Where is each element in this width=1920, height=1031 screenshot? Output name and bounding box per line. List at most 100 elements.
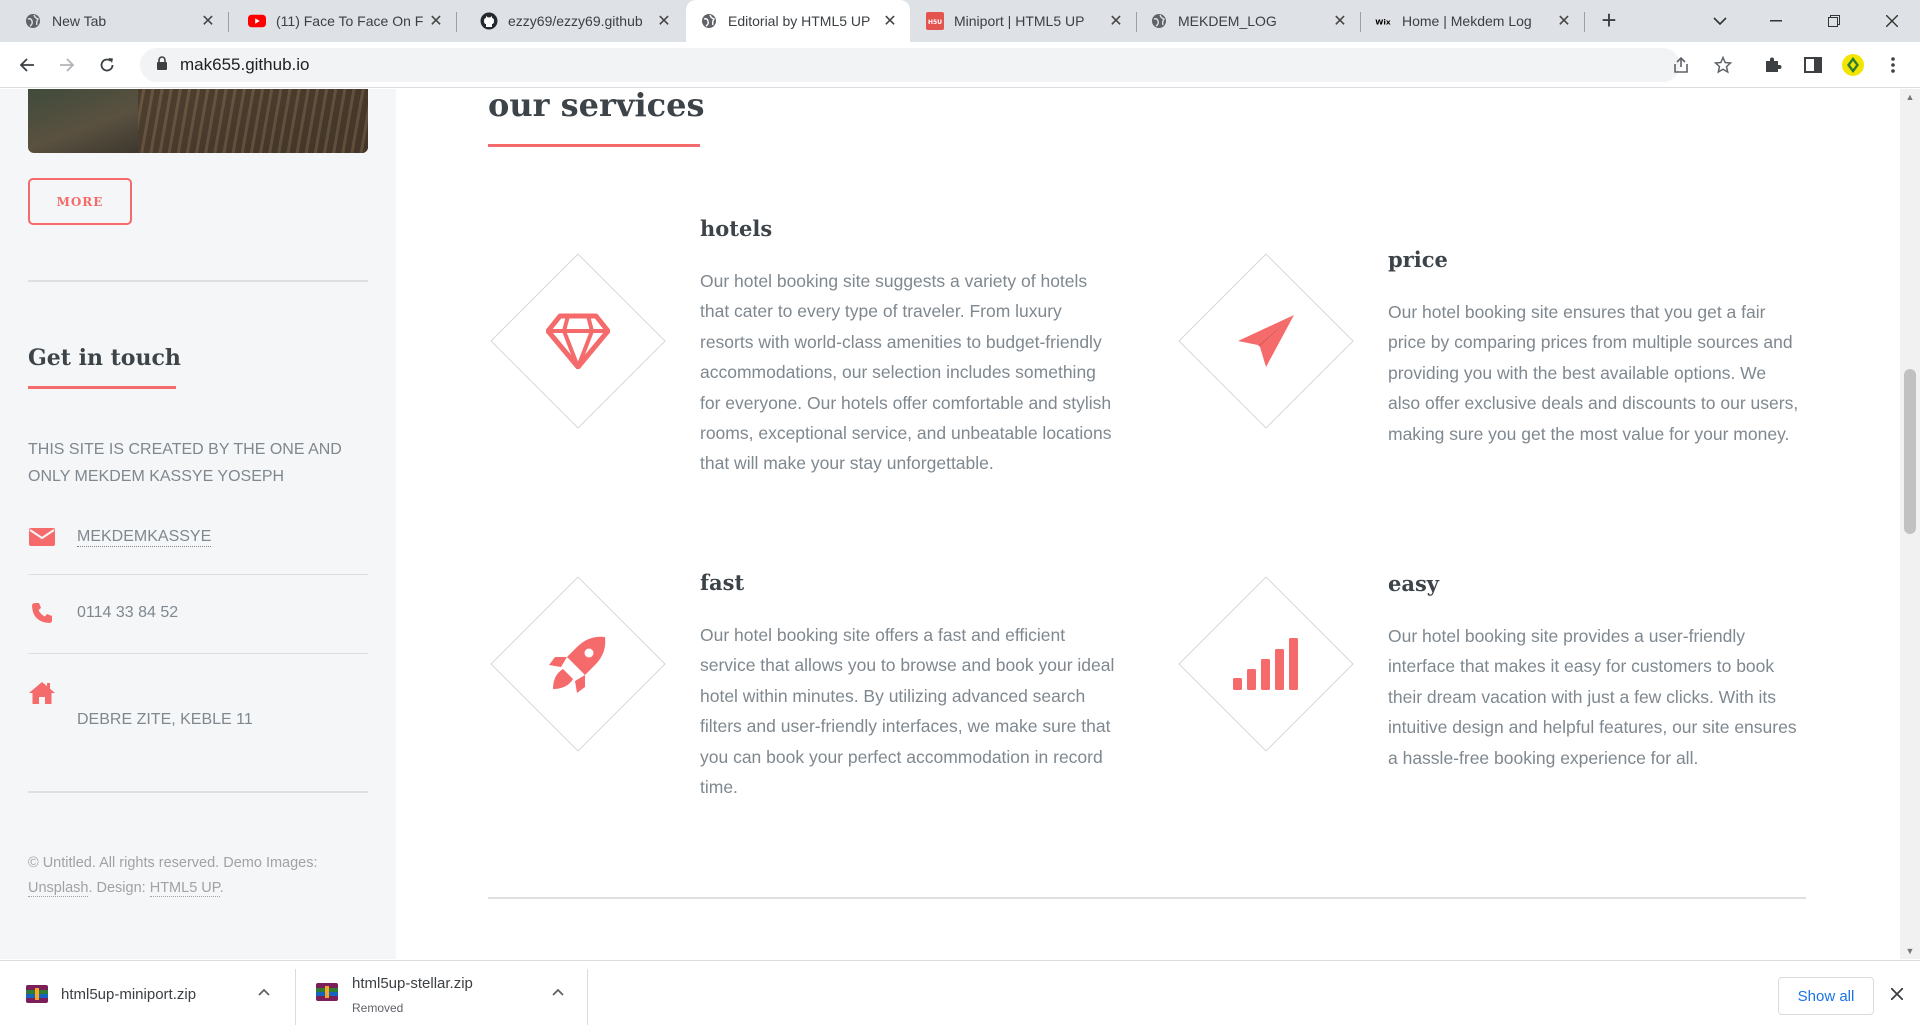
lock-icon	[156, 55, 168, 75]
feature-title: fast	[700, 570, 745, 595]
tab-editorial-active[interactable]: Editorial by HTML5 UP ✕	[686, 0, 910, 42]
tab-github[interactable]: ezzy69/ezzy69.github ✕	[456, 0, 684, 42]
address-bar[interactable]: mak655.github.io	[140, 48, 1680, 82]
download-filename: html5up-stellar.zip	[352, 975, 473, 992]
feature-text: Our hotel booking site offers a fast and…	[700, 625, 1115, 798]
tab-mekdem-log[interactable]: MEKDEM_LOG ✕	[1136, 0, 1360, 42]
divider	[28, 574, 368, 575]
unsplash-link[interactable]: Unsplash	[28, 880, 89, 897]
new-tab-button[interactable]: +	[1595, 7, 1623, 35]
tab-close-icon[interactable]: ✕	[654, 11, 674, 31]
rocket-icon	[528, 614, 628, 714]
zip-archive-icon	[316, 983, 338, 1001]
download-item[interactable]: html5up-miniport.zip	[0, 961, 294, 1031]
globe-icon	[1150, 12, 1168, 30]
wix-icon: Wix	[1374, 12, 1392, 30]
download-item[interactable]: html5up-stellar.zip Removed	[296, 961, 586, 1031]
side-panel-icon[interactable]	[1800, 52, 1826, 78]
feature-title: price	[1388, 247, 1448, 272]
more-button[interactable]: MORE	[28, 178, 132, 225]
reload-icon[interactable]	[92, 50, 122, 80]
close-download-bar-icon[interactable]	[1884, 981, 1910, 1007]
feature-text: Our hotel booking site provides a user-f…	[1388, 626, 1797, 768]
tab-youtube[interactable]: (11) Face To Face On F ✕	[228, 0, 456, 42]
feature-price: price Our hotel booking site ensures tha…	[1176, 247, 1836, 547]
tab-miniport[interactable]: H5U Miniport | HTML5 UP ✕	[912, 0, 1136, 42]
chevron-up-icon[interactable]	[258, 983, 270, 999]
tab-new-tab[interactable]: New Tab ✕	[0, 0, 228, 42]
tab-close-icon[interactable]: ✕	[880, 11, 900, 31]
divider	[28, 791, 368, 793]
feature-fast: fast Our hotel booking site offers a fas…	[488, 570, 1148, 870]
globe-icon	[700, 12, 718, 30]
diamond-gem-icon	[528, 291, 628, 391]
sidebar-description: THIS SITE IS CREATED BY THE ONE AND ONLY…	[28, 441, 342, 485]
tab-close-icon[interactable]: ✕	[198, 11, 218, 31]
copyright-mid: . Design:	[88, 880, 146, 896]
share-icon[interactable]	[1668, 52, 1694, 78]
extensions-puzzle-icon[interactable]	[1760, 52, 1786, 78]
svg-text:Wix: Wix	[1375, 17, 1391, 26]
contact-phone: 0114 33 84 52	[28, 601, 368, 631]
home-icon	[28, 681, 56, 705]
feature-hotels: hotels Our hotel booking site suggests a…	[488, 216, 1148, 516]
copyright-prefix: © Untitled. All rights reserved. Demo Im…	[28, 855, 318, 871]
download-filename: html5up-miniport.zip	[61, 986, 197, 1003]
feature-title: easy	[1388, 571, 1439, 596]
contact-address: DEBRE ZITE, KEBLE 11	[28, 681, 368, 741]
download-bar: html5up-miniport.zip html5up-stellar.zip…	[0, 960, 1920, 1030]
signal-bars-icon	[1216, 614, 1316, 714]
section-divider	[488, 897, 1806, 899]
tab-close-icon[interactable]: ✕	[1106, 11, 1126, 31]
contact-email: MEKDEMKASSYE	[28, 525, 368, 555]
tab-close-icon[interactable]: ✕	[1554, 11, 1574, 31]
forward-arrow-icon[interactable]	[52, 50, 82, 80]
url-text: mak655.github.io	[180, 55, 310, 74]
page-scrollbar[interactable]: ▲ ▼	[1900, 89, 1920, 959]
youtube-icon	[248, 12, 266, 30]
divider	[587, 969, 588, 1025]
divider	[28, 280, 368, 282]
feature-title: hotels	[700, 216, 773, 241]
back-arrow-icon[interactable]	[12, 50, 42, 80]
copyright-end: .	[219, 880, 224, 896]
divider	[28, 653, 368, 654]
svg-text:H5U: H5U	[928, 19, 942, 26]
phone-number: 0114 33 84 52	[77, 604, 179, 621]
show-all-button[interactable]: Show all	[1778, 977, 1874, 1015]
feature-easy: easy Our hotel booking site provides a u…	[1176, 571, 1836, 871]
copyright-text: © Untitled. All rights reserved. Demo Im…	[28, 851, 358, 901]
scroll-down-arrow-icon[interactable]: ▼	[1900, 943, 1920, 959]
html5up-link[interactable]: HTML5 UP	[149, 880, 220, 897]
email-link[interactable]: MEKDEMKASSYE	[77, 528, 212, 547]
tab-wix-home[interactable]: Wix Home | Mekdem Log ✕	[1360, 0, 1584, 42]
tab-title: (11) Face To Face On F	[276, 13, 424, 29]
feature-text: Our hotel booking site ensures that you …	[1388, 302, 1799, 444]
envelope-icon	[28, 525, 56, 549]
sidebar-feature-image	[28, 89, 368, 153]
kebab-menu-icon[interactable]	[1880, 52, 1906, 78]
close-window-icon[interactable]	[1864, 0, 1920, 42]
get-in-touch-heading: Get in touch	[28, 345, 181, 371]
scrollbar-thumb[interactable]	[1904, 369, 1916, 534]
tab-title: Miniport | HTML5 UP	[954, 13, 1085, 29]
address-text: DEBRE ZITE, KEBLE 11	[77, 711, 253, 728]
tab-search-chevron-icon[interactable]	[1692, 0, 1748, 42]
github-icon	[480, 12, 498, 30]
section-title: our services	[488, 89, 705, 124]
tab-close-icon[interactable]: ✕	[1330, 11, 1350, 31]
phone-icon	[28, 601, 56, 625]
profile-avatar[interactable]	[1840, 52, 1866, 78]
tab-close-icon[interactable]: ✕	[426, 11, 446, 31]
browser-toolbar: mak655.github.io	[0, 42, 1920, 88]
tab-title: ezzy69/ezzy69.github	[508, 13, 643, 29]
minimize-icon[interactable]	[1748, 0, 1804, 42]
scroll-up-arrow-icon[interactable]: ▲	[1900, 89, 1920, 105]
restore-icon[interactable]	[1806, 0, 1862, 42]
sidebar: MORE Get in touch THIS SITE IS CREATED B…	[0, 89, 396, 959]
chevron-up-icon[interactable]	[552, 983, 564, 999]
main-content: our services hotels Our hotel booking si…	[396, 89, 1900, 959]
bookmark-star-icon[interactable]	[1710, 52, 1736, 78]
tab-title: MEKDEM_LOG	[1178, 13, 1277, 29]
tab-title: Editorial by HTML5 UP	[728, 13, 871, 29]
